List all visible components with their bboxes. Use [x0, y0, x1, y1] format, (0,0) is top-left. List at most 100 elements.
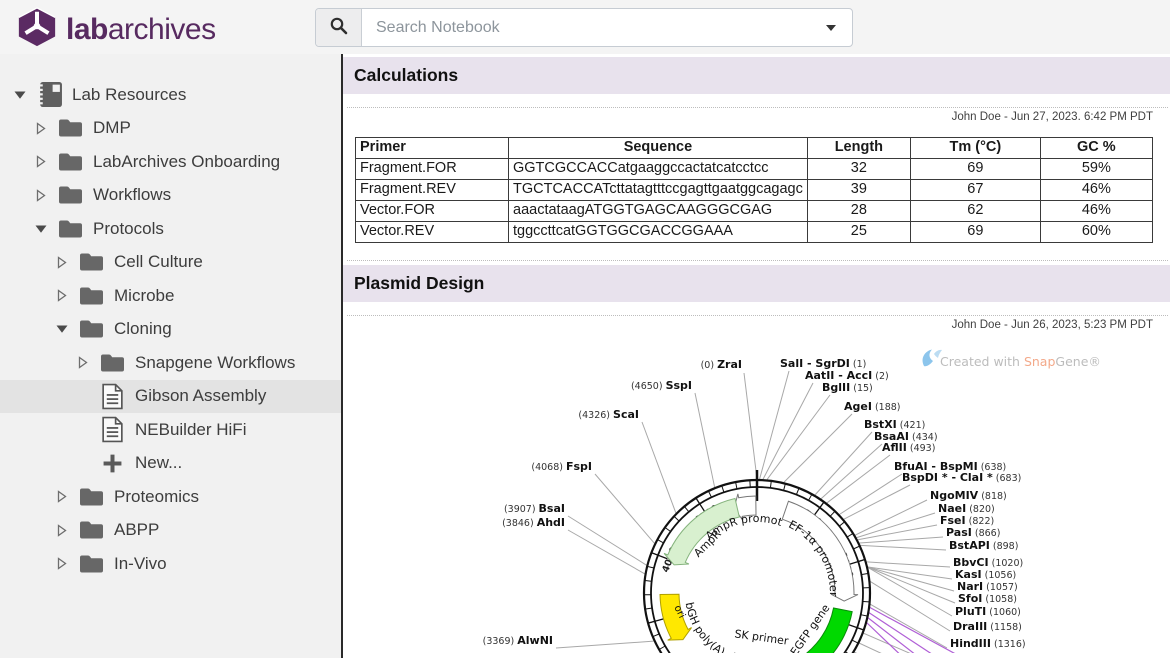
sidebar-item-label: NEBuilder HiFi: [135, 420, 246, 440]
sidebar-item-proteomics[interactable]: Proteomics: [0, 480, 341, 514]
table-cell: 62: [910, 201, 1040, 222]
sidebar-item-nebuilder-hifi[interactable]: NEBuilder HiFi: [0, 413, 341, 447]
table-cell: Fragment.FOR: [356, 159, 509, 180]
folder-icon: [57, 219, 84, 239]
enzyme-label: (0) ZraI: [701, 358, 742, 371]
expand-arrow-icon[interactable]: [54, 256, 70, 269]
sidebar-item-gibson-assembly[interactable]: Gibson Assembly: [0, 380, 341, 414]
sidebar-item-label: Gibson Assembly: [135, 386, 266, 406]
folder-icon: [78, 252, 105, 272]
sidebar-item-label: In-Vivo: [114, 554, 167, 574]
sidebar-item-label: DMP: [93, 118, 131, 138]
sidebar-item-new[interactable]: New...: [0, 447, 341, 481]
expand-arrow-icon[interactable]: [33, 155, 49, 168]
entry-separator: [347, 260, 1168, 261]
table-cell: Vector.FOR: [356, 201, 509, 222]
mcs-purple-line: [867, 617, 943, 653]
enzyme-label: (4326) ScaI: [578, 408, 639, 421]
table-cell: aaactataagATGGTGAGCAAGGGCGAG: [509, 201, 808, 222]
sidebar-item-snapgene-workflows[interactable]: Snapgene Workflows: [0, 346, 341, 380]
folder-icon: [57, 185, 84, 205]
table-cell: TGCTCACCATcttatagtttccgagttgaatggcagagc: [509, 180, 808, 201]
sidebar-item-label: Protocols: [93, 219, 164, 239]
sidebar-item-label: Lab Resources: [72, 85, 186, 105]
table-cell: 69: [910, 159, 1040, 180]
sidebar-item-labarchives-onboarding[interactable]: LabArchives Onboarding: [0, 145, 341, 179]
sidebar-item-in-vivo[interactable]: In-Vivo: [0, 547, 341, 581]
entry-meta-timestamp: John Doe - Jun 26, 2023, 5:23 PM PDT: [343, 316, 1170, 335]
search-scope-dropdown[interactable]: [810, 9, 852, 46]
feature-label: SK primer: [734, 627, 790, 647]
table-cell: 46%: [1040, 180, 1152, 201]
table-header-cell: Sequence: [509, 138, 808, 159]
folder-icon: [57, 118, 84, 138]
entry-title: Plasmid Design: [354, 273, 484, 294]
sidebar-item-label: Cell Culture: [114, 252, 203, 272]
plasmid-map-image: 50010001500350040004500AmpR promoterEF-1…: [343, 340, 1170, 653]
expand-arrow-icon[interactable]: [54, 524, 70, 537]
enzyme-label: BglII (15): [822, 381, 873, 394]
enzyme-label: HindIII (1316): [950, 637, 1026, 650]
sidebar-item-lab-resources[interactable]: Lab Resources: [0, 78, 341, 112]
table-cell: 32: [807, 159, 910, 180]
sidebar-item-label: New...: [135, 453, 182, 473]
collapse-arrow-icon[interactable]: [12, 90, 28, 100]
expand-arrow-icon[interactable]: [54, 490, 70, 503]
table-cell: GGTCGCCACCatgaaggccactatcatcctcc: [509, 159, 808, 180]
table-row: Fragment.REVTGCTCACCATcttatagtttccgagttg…: [356, 180, 1153, 201]
expand-arrow-icon[interactable]: [75, 356, 91, 369]
enzyme-label: (4650) SspI: [631, 379, 692, 392]
enzyme-label: PluTI (1060): [955, 605, 1021, 618]
sidebar-item-label: ABPP: [114, 520, 159, 540]
table-cell: Fragment.REV: [356, 180, 509, 201]
chevron-down-icon: [826, 25, 836, 31]
table-row: Vector.FORaaactataagATGGTGAGCAAGGGCGAG28…: [356, 201, 1153, 222]
enzyme-label: SfoI (1058): [958, 592, 1017, 605]
table-header-cell: Primer: [356, 138, 509, 159]
sidebar-item-label: Proteomics: [114, 487, 199, 507]
sidebar-item-protocols[interactable]: Protocols: [0, 212, 341, 246]
expand-arrow-icon[interactable]: [54, 557, 70, 570]
folder-icon: [57, 152, 84, 172]
snapgene-credit: Created with SnapGene®: [923, 350, 1101, 370]
page-icon: [99, 416, 126, 443]
primer-table: PrimerSequenceLengthTm (°C)GC %Fragment.…: [355, 137, 1153, 243]
labarchives-cube-icon: [16, 6, 58, 53]
plus-icon: [99, 453, 126, 474]
folder-icon: [78, 319, 105, 339]
logo-wordmark: labarchives: [66, 13, 216, 47]
entry-meta-timestamp: John Doe - Jun 27, 2023. 6:42 PM PDT: [343, 108, 1170, 127]
snapgene-icon: [923, 350, 933, 367]
enzyme-label: AgeI (188): [844, 400, 901, 413]
table-cell: 46%: [1040, 201, 1152, 222]
table-cell: 67: [910, 180, 1040, 201]
top-bar: labarchives: [0, 0, 1170, 54]
search-icon: [329, 16, 348, 40]
expand-arrow-icon[interactable]: [54, 289, 70, 302]
search-button[interactable]: [316, 9, 362, 46]
entry-header-calculations[interactable]: Calculations: [343, 57, 1170, 94]
notebook-tree-sidebar: Lab Resources DMP LabArchives OnboardingWo…: [0, 54, 341, 658]
table-header-cell: GC %: [1040, 138, 1152, 159]
page-content: Calculations John Doe - Jun 27, 2023. 6:…: [341, 54, 1170, 658]
table-cell: 25: [807, 222, 910, 243]
mcs-purple-line: [868, 612, 953, 653]
collapse-arrow-icon[interactable]: [54, 324, 70, 334]
sidebar-item-workflows[interactable]: Workflows: [0, 179, 341, 213]
sidebar-item-abpp[interactable]: ABPP: [0, 514, 341, 548]
collapse-arrow-icon[interactable]: [33, 224, 49, 234]
sidebar-item-dmp[interactable]: DMP: [0, 112, 341, 146]
table-row: Vector.REVtggccttcatGGTGGCGACCGGAAA25696…: [356, 222, 1153, 243]
page-icon: [99, 383, 126, 410]
entry-header-plasmid-design[interactable]: Plasmid Design: [343, 265, 1170, 302]
sidebar-item-cell-culture[interactable]: Cell Culture: [0, 246, 341, 280]
sidebar-item-microbe[interactable]: Microbe: [0, 279, 341, 313]
entry-title: Calculations: [354, 65, 458, 86]
labarchives-logo[interactable]: labarchives: [16, 6, 216, 53]
expand-arrow-icon[interactable]: [33, 122, 49, 135]
search-input[interactable]: [362, 9, 810, 46]
enzyme-label: AflII (493): [882, 441, 935, 454]
sidebar-item-cloning[interactable]: Cloning: [0, 313, 341, 347]
expand-arrow-icon[interactable]: [33, 189, 49, 202]
plasmid-map-attachment[interactable]: 50010001500350040004500AmpR promoterEF-1…: [343, 340, 1170, 653]
